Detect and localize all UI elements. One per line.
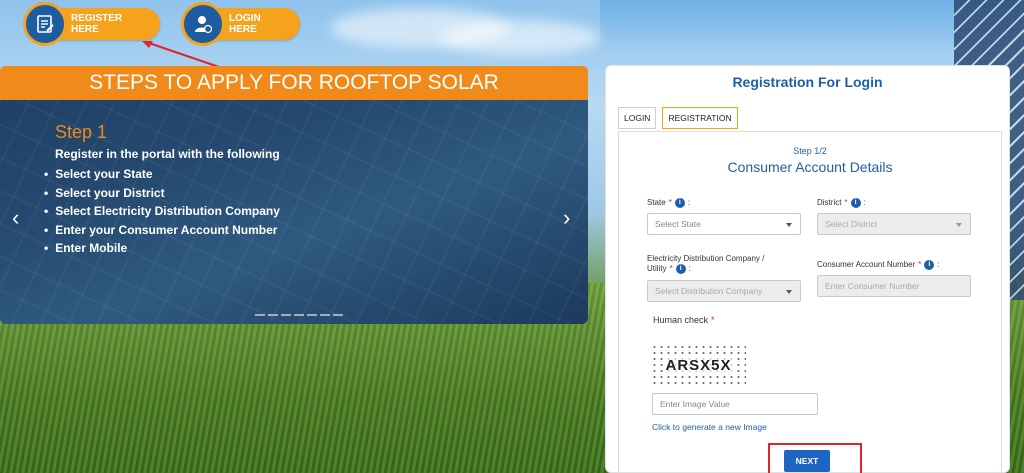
- state-select[interactable]: Select State: [647, 213, 801, 235]
- discom-select[interactable]: Select Distribution Company: [647, 280, 801, 302]
- tab-bar: LOGIN REGISTRATION: [618, 107, 738, 129]
- tab-login[interactable]: LOGIN: [618, 107, 657, 129]
- info-icon[interactable]: i: [924, 260, 935, 270]
- step-title: Step 1: [55, 122, 108, 142]
- state-label: State * i :: [647, 198, 691, 208]
- list-item: Enter Mobile: [44, 239, 280, 258]
- captcha-text: ARSX5X: [663, 356, 734, 374]
- info-icon[interactable]: i: [850, 198, 861, 208]
- chevron-down-icon: [786, 223, 792, 227]
- list-item: Select Electricity Distribution Company: [44, 202, 280, 221]
- carousel-indicators[interactable]: [255, 314, 343, 316]
- captcha-image: ARSX5X: [651, 344, 746, 386]
- regenerate-captcha-link[interactable]: Click to generate a new Image: [652, 422, 767, 432]
- next-button[interactable]: NEXT: [784, 450, 830, 472]
- step-intro: Register in the portal with the followin…: [55, 147, 280, 161]
- card-title: Registration For Login: [732, 74, 883, 90]
- district-select[interactable]: Select District: [817, 213, 971, 235]
- district-label: District * i :: [817, 198, 866, 208]
- list-item: Enter your Consumer Account Number: [44, 221, 280, 240]
- list-item: Select your State: [44, 165, 280, 184]
- carousel-prev-icon[interactable]: ‹: [12, 205, 19, 231]
- consumer-number-input[interactable]: Enter Consumer Number: [817, 275, 971, 297]
- form-title: Consumer Account Details: [727, 159, 893, 175]
- info-icon[interactable]: i: [674, 198, 685, 208]
- chevron-down-icon: [956, 223, 962, 227]
- chevron-down-icon: [786, 290, 792, 294]
- step-indicator: Step 1/2: [793, 146, 827, 156]
- tab-registration[interactable]: REGISTRATION: [662, 107, 738, 129]
- carousel-heading: STEPS TO APPLY FOR ROOFTOP SOLAR: [0, 66, 588, 100]
- info-icon[interactable]: i: [675, 264, 686, 274]
- list-item: Select your District: [44, 184, 280, 203]
- step-list: Select your State Select your District S…: [44, 165, 280, 258]
- carousel-next-icon[interactable]: ›: [563, 205, 570, 231]
- consumer-number-label: Consumer Account Number * i :: [817, 260, 940, 270]
- registration-card: Registration For Login LOGIN REGISTRATIO…: [605, 65, 1010, 473]
- image-value-input[interactable]: Enter Image Value: [652, 393, 818, 415]
- human-check-label: Human check *: [653, 315, 715, 325]
- discom-label: Electricity Distribution Company / Utili…: [647, 254, 765, 274]
